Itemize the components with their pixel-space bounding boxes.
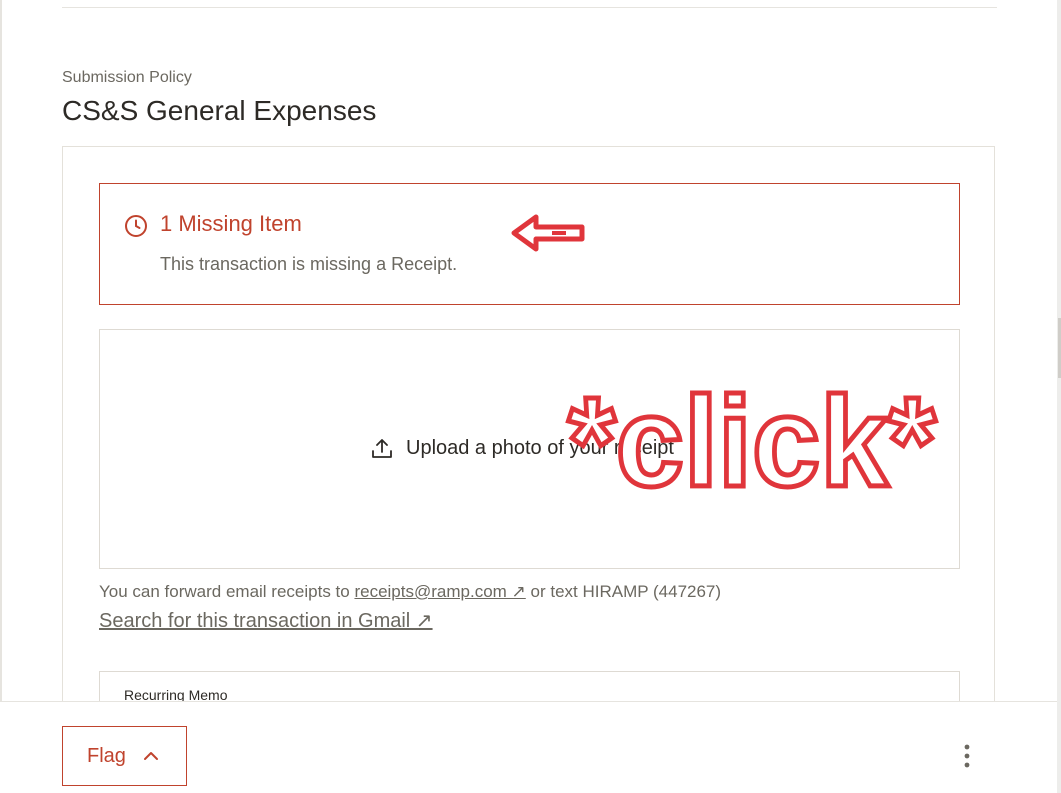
scrollbar-track[interactable]: [1057, 0, 1061, 793]
upload-icon: [372, 439, 392, 458]
panel-left-border: [0, 0, 2, 793]
clock-icon: [125, 215, 147, 237]
missing-item-title: 1 Missing Item: [160, 211, 302, 236]
receipts-email-link[interactable]: receipts@ramp.com ↗: [354, 582, 525, 601]
missing-item-description: This transaction is missing a Receipt.: [160, 254, 458, 274]
more-vertical-icon[interactable]: [955, 743, 979, 769]
left-arrow-annotation: [511, 214, 585, 252]
forward-suffix: or text HIRAMP (447267): [525, 582, 722, 601]
section-divider: [62, 7, 997, 8]
chevron-up-icon: [144, 752, 158, 760]
forward-prefix: You can forward email receipts to: [99, 582, 355, 601]
search-gmail-link[interactable]: Search for this transaction in Gmail ↗: [99, 608, 433, 633]
forward-receipts-text: You can forward email receipts to receip…: [99, 582, 721, 602]
policy-label: Submission Policy: [62, 69, 192, 86]
click-annotation-text: *click*: [568, 371, 936, 514]
flag-button-label: Flag: [87, 745, 126, 767]
click-annotation: *click*: [566, 369, 939, 517]
flag-button[interactable]: Flag: [62, 726, 187, 786]
policy-title: CS&S General Expenses: [62, 95, 377, 126]
